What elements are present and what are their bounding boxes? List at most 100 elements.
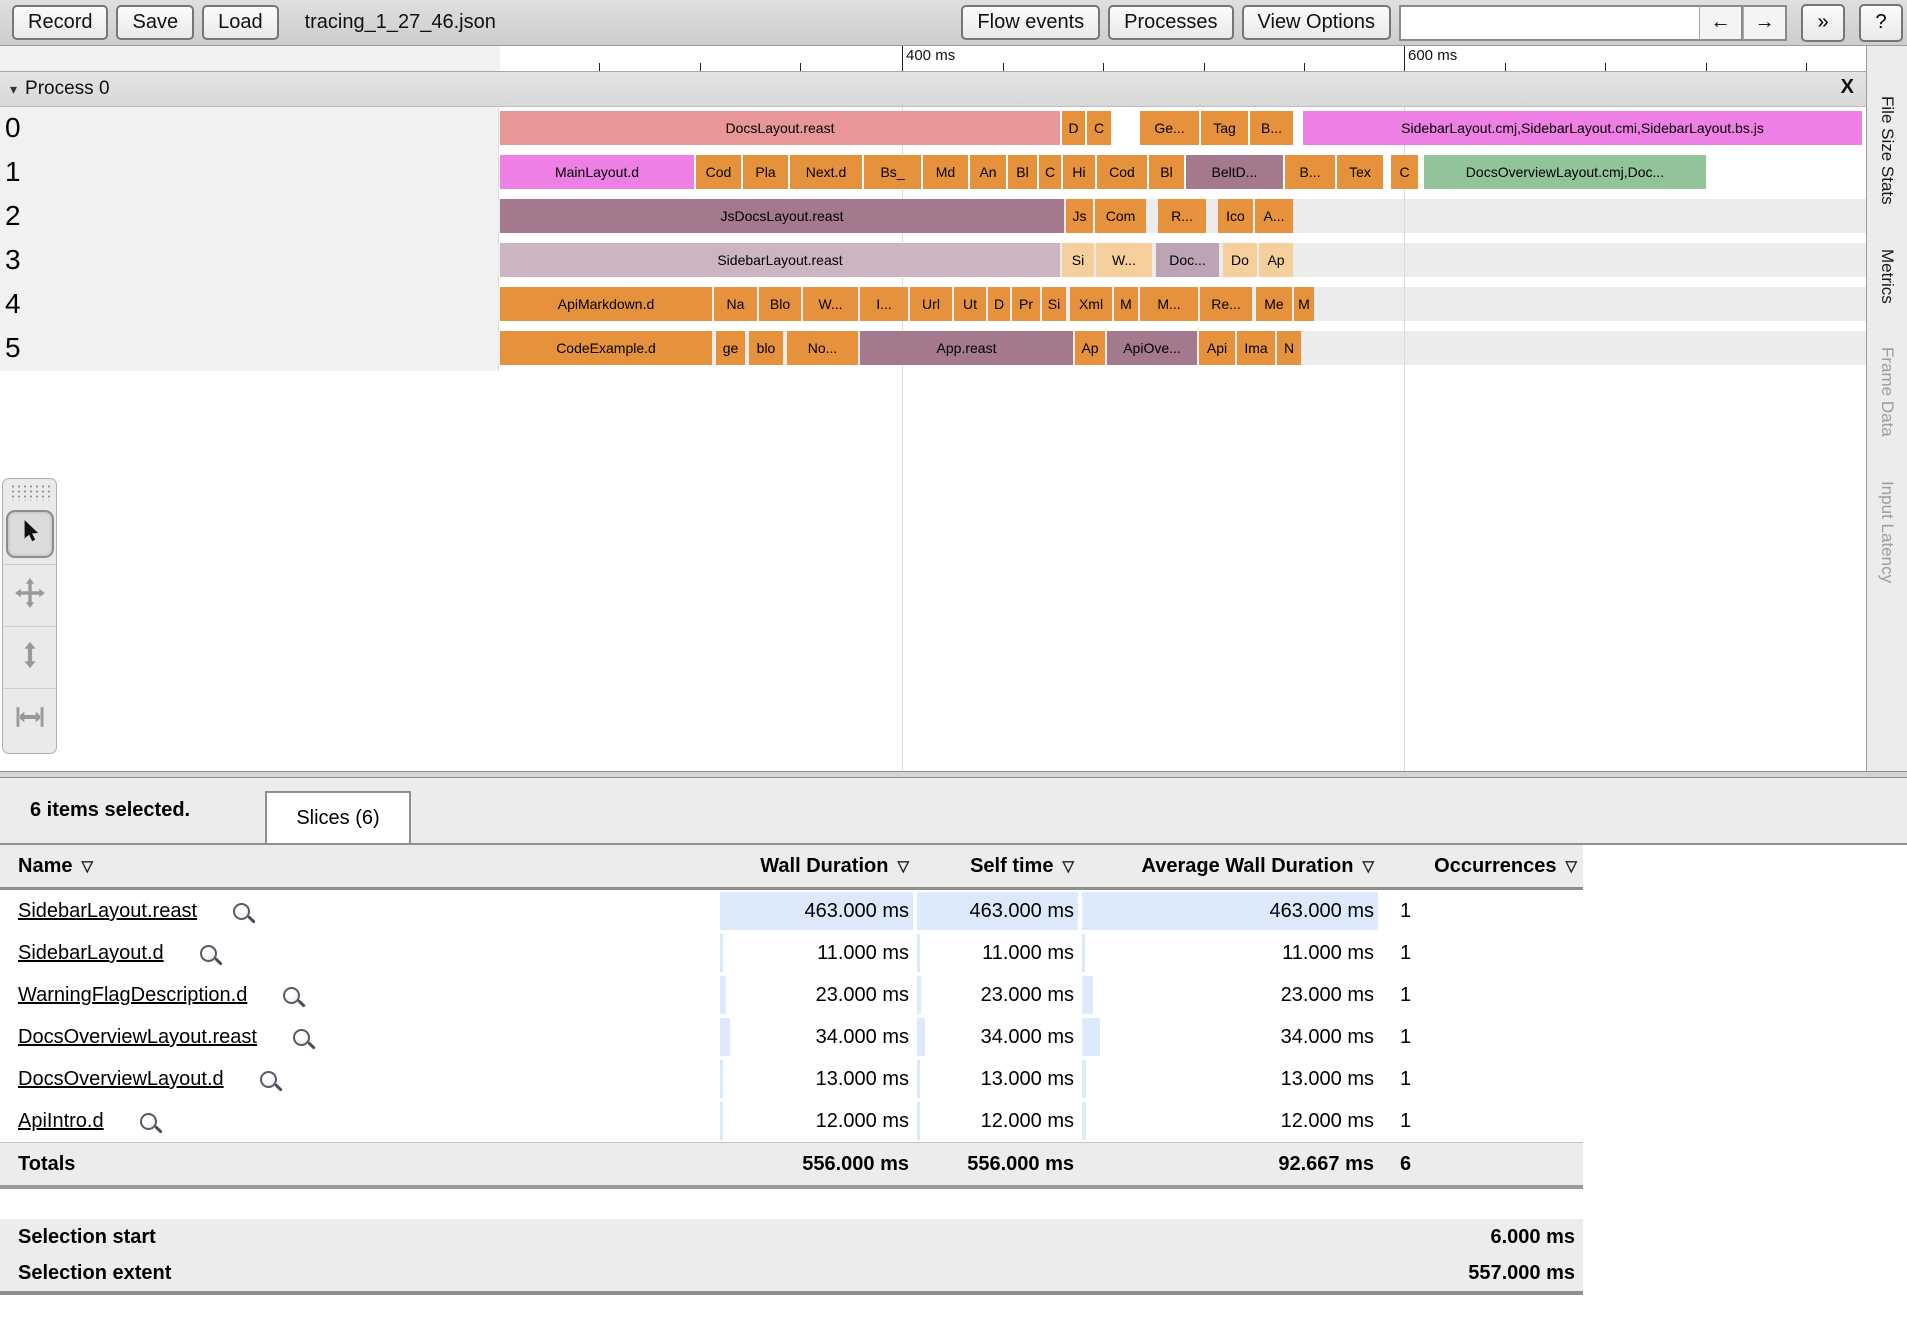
trace-slice[interactable]: Cod [1097, 155, 1147, 189]
trace-slice[interactable]: blo [749, 331, 783, 365]
trace-slice[interactable]: I... [860, 287, 908, 321]
table-row[interactable]: ApiIntro.d 12.000 ms 12.000 ms 12.000 ms 1 [0, 1100, 1583, 1142]
trace-slice[interactable]: Tex [1337, 155, 1383, 189]
trace-slice[interactable]: Ap [1259, 243, 1293, 277]
slice-name-link[interactable]: DocsOverviewLayout.d [18, 1058, 224, 1100]
palette-drag-handle[interactable] [9, 483, 50, 501]
trace-slice[interactable]: W... [803, 287, 858, 321]
trace-slice[interactable]: M [1294, 287, 1314, 321]
trace-slice[interactable]: Tag [1201, 111, 1248, 145]
magnifier-icon[interactable] [199, 944, 217, 962]
trace-slice[interactable]: Si [1042, 287, 1066, 321]
trace-slice[interactable]: C [1039, 155, 1061, 189]
record-button[interactable]: Record [12, 5, 109, 40]
trace-slice[interactable]: ApiOve... [1107, 331, 1197, 365]
side-tab-file-size-stats[interactable]: File Size Stats [1877, 96, 1897, 205]
column-header-self-time[interactable]: Self time ▽ [915, 855, 1080, 878]
trace-slice[interactable]: App.reast [860, 331, 1073, 365]
magnifier-icon[interactable] [139, 1112, 157, 1130]
side-tab-input-latency[interactable]: Input Latency [1877, 481, 1897, 583]
trace-slice[interactable]: ApiMarkdown.d [500, 287, 712, 321]
trace-slice[interactable]: Bl [1149, 155, 1184, 189]
column-header-name[interactable]: Name ▽ [0, 855, 718, 878]
trace-slice[interactable]: M... [1140, 287, 1198, 321]
trace-slice[interactable]: JsDocsLayout.reast [500, 199, 1064, 233]
trace-slice[interactable]: Md [923, 155, 968, 189]
pane-splitter[interactable] [0, 771, 1907, 778]
trace-slice[interactable]: Cod [696, 155, 741, 189]
trace-slice[interactable]: Doc... [1156, 243, 1219, 277]
table-row[interactable]: SidebarLayout.reast 463.000 ms 463.000 ms 4… [0, 890, 1583, 932]
trace-slice[interactable]: SidebarLayout.cmj,SidebarLayout.cmi,Side… [1303, 111, 1862, 145]
trace-slice[interactable]: Ut [954, 287, 986, 321]
trace-slice[interactable]: Ge... [1140, 111, 1199, 145]
slice-name-link[interactable]: SidebarLayout.reast [18, 890, 197, 932]
trace-slice[interactable]: Ico [1218, 199, 1253, 233]
trace-slice[interactable]: Url [910, 287, 952, 321]
pan-tool-button[interactable] [3, 564, 56, 626]
trace-slice[interactable]: Na [714, 287, 757, 321]
load-button[interactable]: Load [202, 5, 279, 40]
trace-slice[interactable]: Blo [759, 287, 801, 321]
magnifier-icon[interactable] [292, 1028, 310, 1046]
trace-slice[interactable]: B... [1285, 155, 1335, 189]
trace-slice[interactable]: Ima [1237, 331, 1275, 365]
trace-slice[interactable]: BeltD... [1186, 155, 1283, 189]
trace-slice[interactable]: Hi [1063, 155, 1095, 189]
trace-slice[interactable]: M [1114, 287, 1138, 321]
collapse-caret-icon[interactable]: ▾ [10, 81, 17, 98]
find-previous-button[interactable]: ← [1699, 4, 1743, 41]
save-button[interactable]: Save [116, 5, 195, 40]
expand-panel-button[interactable]: » [1801, 3, 1845, 42]
process-header[interactable]: ▾ Process 0 X [0, 71, 1866, 107]
selection-tool-button[interactable] [3, 503, 56, 564]
column-header-occurrences[interactable]: Occurrences ▽ [1380, 855, 1583, 878]
trace-slice[interactable]: Bl [1008, 155, 1037, 189]
slice-name-link[interactable]: SidebarLayout.d [18, 932, 164, 974]
side-tab-frame-data[interactable]: Frame Data [1877, 347, 1897, 437]
trace-slice[interactable]: Bs_ [864, 155, 921, 189]
trace-slice[interactable]: Re... [1200, 287, 1252, 321]
trace-slice[interactable]: CodeExample.d [500, 331, 712, 365]
trace-slice[interactable]: DocsOverviewLayout.cmj,Doc... [1424, 155, 1706, 189]
magnifier-icon[interactable] [259, 1070, 277, 1088]
magnifier-icon[interactable] [283, 986, 301, 1004]
trace-slice[interactable]: Pla [743, 155, 788, 189]
flow-events-button[interactable]: Flow events [961, 5, 1101, 40]
table-row[interactable]: DocsOverviewLayout.reast 34.000 ms 34.000 … [0, 1016, 1583, 1058]
slice-name-link[interactable]: ApiIntro.d [18, 1100, 104, 1142]
column-header-wall-duration[interactable]: Wall Duration ▽ [718, 855, 915, 878]
trace-slice[interactable]: C [1087, 111, 1111, 145]
table-row[interactable]: SidebarLayout.d 11.000 ms 11.000 ms 11.000 … [0, 932, 1583, 974]
trace-slice[interactable]: Js [1066, 199, 1093, 233]
slice-name-link[interactable]: DocsOverviewLayout.reast [18, 1016, 257, 1058]
trace-slice[interactable]: DocsLayout.reast [500, 111, 1060, 145]
trace-slice[interactable]: A... [1255, 199, 1293, 233]
trace-slice[interactable]: C [1391, 155, 1418, 189]
trace-slice[interactable]: An [970, 155, 1006, 189]
trace-slice[interactable]: Pr [1012, 287, 1040, 321]
column-header-average-wall-duration[interactable]: Average Wall Duration ▽ [1080, 855, 1380, 878]
trace-slice[interactable]: Next.d [790, 155, 862, 189]
trace-slice[interactable]: Si [1062, 243, 1094, 277]
zoom-tool-button[interactable] [3, 626, 56, 688]
table-row[interactable]: WarningFlagDescription.d 23.000 ms 23.000 … [0, 974, 1583, 1016]
find-next-button[interactable]: → [1743, 4, 1787, 41]
trace-slice[interactable]: ge [716, 331, 745, 365]
trace-slice[interactable]: Ap [1075, 331, 1105, 365]
view-options-button[interactable]: View Options [1241, 5, 1391, 40]
magnifier-icon[interactable] [233, 902, 251, 920]
trace-slice[interactable]: No... [787, 331, 858, 365]
trace-slice[interactable]: R... [1158, 199, 1206, 233]
side-tab-metrics[interactable]: Metrics [1877, 249, 1897, 304]
help-button[interactable]: ? [1859, 3, 1903, 42]
trace-slice[interactable]: Xml [1070, 287, 1112, 321]
trace-slice[interactable]: Me [1256, 287, 1292, 321]
trace-slice[interactable]: B... [1250, 111, 1293, 145]
close-process-button[interactable]: X [1841, 76, 1854, 99]
trace-slice[interactable]: SidebarLayout.reast [500, 243, 1060, 277]
search-input[interactable] [1399, 4, 1699, 41]
trace-slice[interactable]: MainLayout.d [500, 155, 694, 189]
trace-slice[interactable]: W... [1096, 243, 1152, 277]
slice-name-link[interactable]: WarningFlagDescription.d [18, 974, 247, 1016]
